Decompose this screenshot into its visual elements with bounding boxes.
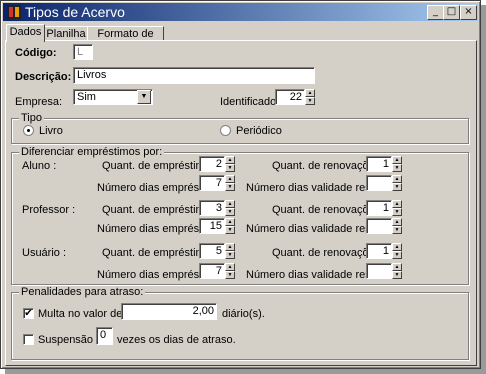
usuario-quant-emprestimos-spinner[interactable]: ▲ ▼ [225,243,235,259]
spin-down-icon[interactable]: ▼ [392,164,402,172]
aluno-validade-spinner[interactable]: ▲ ▼ [392,175,402,191]
usuario-validade-spinner[interactable]: ▲ ▼ [392,263,402,279]
professor-quant-emprestimos-field[interactable]: 3 [199,200,225,216]
spin-up-icon[interactable]: ▲ [225,156,235,164]
empresa-label: Empresa: [15,96,63,108]
empresa-value: Sim [77,91,96,103]
minimize-button[interactable]: _ [427,5,444,20]
usuario-renovacoes-spinner[interactable]: ▲ ▼ [392,243,402,259]
spin-up-icon[interactable]: ▲ [392,243,402,251]
descricao-field[interactable]: Livros [73,67,315,84]
professor-validade-field[interactable] [366,218,392,234]
codigo-field[interactable]: L [73,44,93,60]
aluno-quant-emprestimos-spinner[interactable]: ▲ ▼ [225,156,235,172]
professor-quant-emprestimos-spinner[interactable]: ▲ ▼ [225,200,235,216]
radio-periodico[interactable] [220,125,231,136]
spin-down-icon[interactable]: ▼ [225,164,235,172]
spin-up-icon[interactable]: ▲ [392,263,402,271]
codigo-label: Código: [15,47,57,59]
professor-renovacoes-spinner[interactable]: ▲ ▼ [392,200,402,216]
spin-up-icon[interactable]: ▲ [392,200,402,208]
diferenciar-group-title: Diferenciar empréstimos por: [19,146,165,158]
identificador-field[interactable]: 22 [275,89,305,105]
spin-up-icon[interactable]: ▲ [305,89,315,97]
usuario-quant-emprestimos-field[interactable]: 5 [199,243,225,259]
spin-up-icon[interactable]: ▲ [225,200,235,208]
maximize-button[interactable]: □ [443,5,460,20]
row-label-usuario: Usuário : [22,247,67,259]
professor-validade-spinner[interactable]: ▲ ▼ [392,218,402,234]
multa-valor-field[interactable]: 2,00 [121,303,217,320]
row-label-professor: Professor : [22,204,76,216]
spin-down-icon[interactable]: ▼ [392,226,402,234]
row-label-aluno: Aluno : [22,160,57,172]
window-title: Tipos de Acervo [25,4,125,20]
app-icon [7,5,21,19]
suspensao-checkbox[interactable] [23,334,34,345]
usuario-renovacoes-field[interactable]: 1 [366,243,392,259]
professor-renovacoes-field[interactable]: 1 [366,200,392,216]
aluno-renovacoes-field[interactable]: 1 [366,156,392,172]
aluno-renovacoes-spinner[interactable]: ▲ ▼ [392,156,402,172]
tab-dados[interactable]: Dados [6,24,45,42]
radio-periodico-label: Periódico [236,125,282,137]
tipo-group-title: Tipo [19,112,44,124]
spin-up-icon[interactable]: ▲ [392,218,402,226]
professor-dias-emprestimo-field[interactable]: 15 [199,218,225,234]
spin-down-icon[interactable]: ▼ [225,271,235,279]
spin-down-icon[interactable]: ▼ [305,97,315,105]
spin-down-icon[interactable]: ▼ [225,251,235,259]
aluno-dias-emprestimo-spinner[interactable]: ▲ ▼ [225,175,235,191]
radio-livro[interactable] [23,125,34,136]
spin-down-icon[interactable]: ▼ [392,208,402,216]
identificador-label: Identificador: [220,96,283,108]
spin-down-icon[interactable]: ▼ [392,251,402,259]
spin-up-icon[interactable]: ▲ [225,175,235,183]
window: Tipos de Acervo _ □ × Dados Planilha For… [0,0,481,369]
spin-down-icon[interactable]: ▼ [392,271,402,279]
chevron-down-icon[interactable]: ▼ [137,90,151,104]
usuario-dias-emprestimo-field[interactable]: 7 [199,263,225,279]
spin-up-icon[interactable]: ▲ [392,175,402,183]
spin-up-icon[interactable]: ▲ [392,156,402,164]
multa-suffix-label: diário(s). [222,308,265,320]
multa-checkbox[interactable]: ✔ [23,308,34,319]
usuario-validade-field[interactable] [366,263,392,279]
professor-dias-emprestimo-spinner[interactable]: ▲ ▼ [225,218,235,234]
spin-up-icon[interactable]: ▲ [225,243,235,251]
penalidades-group [11,292,469,360]
radio-livro-label: Livro [39,125,63,137]
spin-up-icon[interactable]: ▲ [225,263,235,271]
spin-up-icon[interactable]: ▲ [225,218,235,226]
close-button[interactable]: × [460,5,477,20]
usuario-dias-emprestimo-spinner[interactable]: ▲ ▼ [225,263,235,279]
spin-down-icon[interactable]: ▼ [225,208,235,216]
suspensao-suffix-label: vezes os dias de atraso. [117,334,236,346]
aluno-dias-emprestimo-field[interactable]: 7 [199,175,225,191]
spin-down-icon[interactable]: ▼ [392,183,402,191]
aluno-validade-field[interactable] [366,175,392,191]
spin-down-icon[interactable]: ▼ [225,226,235,234]
spin-down-icon[interactable]: ▼ [225,183,235,191]
title-bar[interactable]: Tipos de Acervo _ □ × [3,3,478,21]
descricao-label: Descrição: [15,71,72,83]
penalidades-group-title: Penalidades para atraso: [19,286,146,298]
identificador-spinner[interactable]: ▲ ▼ [305,89,315,105]
suspensao-valor-field[interactable]: 0 [96,327,113,345]
aluno-quant-emprestimos-field[interactable]: 2 [199,156,225,172]
